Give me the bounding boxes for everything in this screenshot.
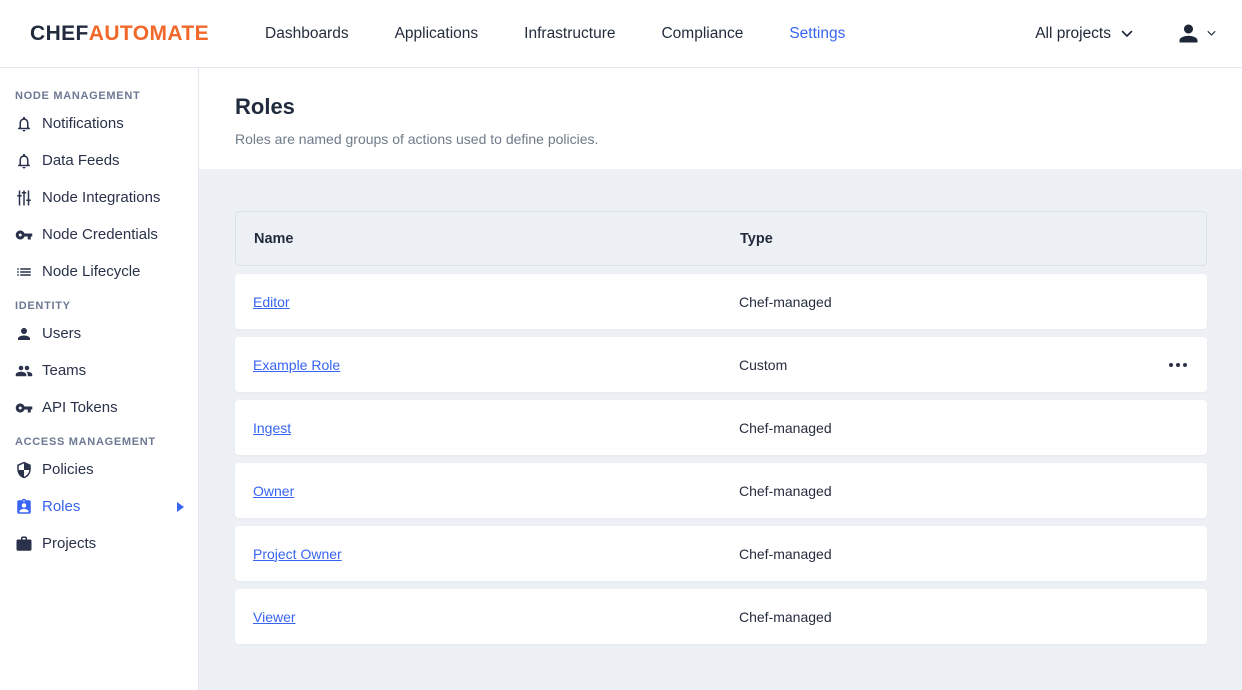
page-title: Roles [235,94,1242,120]
sliders-icon [15,189,33,207]
user-menu[interactable] [1175,20,1216,47]
bell-icon [15,152,33,170]
chevron-down-icon [1121,30,1133,38]
sidebar-item-label: Data Feeds [42,152,120,169]
table-row: Project Owner Chef-managed [235,526,1207,581]
role-type: Chef-managed [739,420,1189,436]
roles-page: Roles Roles are named groups of actions … [199,68,1242,690]
list-icon [15,263,33,281]
sidebar-item-label: Notifications [42,115,124,132]
shield-icon [15,461,33,479]
sidebar-item-label: Teams [42,362,86,379]
role-link-example-role[interactable]: Example Role [253,357,340,373]
sidebar-item-data-feeds[interactable]: Data Feeds [0,142,198,179]
sidebar-item-users[interactable]: Users [0,315,198,352]
page-description: Roles are named groups of actions used t… [235,131,1242,147]
sidebar-item-teams[interactable]: Teams [0,352,198,389]
sidebar-item-label: Roles [42,498,80,515]
main-nav: Dashboards Applications Infrastructure C… [265,25,845,43]
sidebar-item-label: Projects [42,535,96,552]
sidebar-item-label: API Tokens [42,399,118,416]
sidebar-item-label: Node Integrations [42,189,160,206]
table-row: Example Role Custom [235,337,1207,392]
nav-settings[interactable]: Settings [789,25,845,43]
topbar-right: All projects [1035,20,1216,47]
sidebar-item-api-tokens[interactable]: API Tokens [0,389,198,426]
role-type: Chef-managed [739,294,1189,310]
sidebar-item-label: Users [42,325,81,342]
top-navigation-bar: CHEFAUTOMATE Dashboards Applications Inf… [0,0,1242,68]
chef-automate-logo[interactable]: CHEFAUTOMATE [30,22,209,46]
ellipsis-icon[interactable] [1167,357,1189,373]
chevron-down-icon [1207,30,1216,37]
settings-sidebar: NODE MANAGEMENT Notifications Data Feeds… [0,68,199,690]
key-icon [15,226,33,244]
logo-chef: CHEF [30,22,89,45]
role-link-viewer[interactable]: Viewer [253,609,296,625]
nav-compliance[interactable]: Compliance [661,25,743,43]
table-row: Editor Chef-managed [235,274,1207,329]
projects-filter-dropdown[interactable]: All projects [1035,25,1133,43]
role-type: Chef-managed [739,483,1189,499]
role-link-ingest[interactable]: Ingest [253,420,291,436]
sidebar-item-notifications[interactable]: Notifications [0,105,198,142]
role-link-owner[interactable]: Owner [253,483,294,499]
logo-automate: AUTOMATE [89,22,209,45]
column-header-type: Type [740,231,1188,247]
table-row: Viewer Chef-managed [235,589,1207,644]
user-avatar-icon [1175,20,1202,47]
sidebar-item-label: Node Credentials [42,226,158,243]
badge-icon [15,498,33,516]
table-row: Ingest Chef-managed [235,400,1207,455]
nav-dashboards[interactable]: Dashboards [265,25,349,43]
nav-applications[interactable]: Applications [395,25,479,43]
role-link-project-owner[interactable]: Project Owner [253,546,342,562]
active-arrow-icon [177,502,184,512]
sidebar-item-node-integrations[interactable]: Node Integrations [0,179,198,216]
sidebar-section-node-management: NODE MANAGEMENT [15,90,198,102]
bell-icon [15,115,33,133]
table-header-row: Name Type [235,211,1207,266]
role-type: Custom [739,357,1167,373]
role-type: Chef-managed [739,546,1189,562]
people-icon [15,362,33,380]
sidebar-item-node-lifecycle[interactable]: Node Lifecycle [0,253,198,290]
roles-table: Name Type Editor Chef-managed Example Ro… [235,211,1207,652]
sidebar-item-label: Node Lifecycle [42,263,140,280]
page-header: Roles Roles are named groups of actions … [199,68,1242,169]
sidebar-section-access-management: ACCESS MANAGEMENT [15,436,198,448]
table-row: Owner Chef-managed [235,463,1207,518]
sidebar-section-identity: IDENTITY [15,300,198,312]
key-icon [15,399,33,417]
person-icon [15,325,33,343]
briefcase-icon [15,535,33,553]
role-link-editor[interactable]: Editor [253,294,290,310]
sidebar-item-roles[interactable]: Roles [0,488,198,525]
column-header-name: Name [254,231,740,247]
role-type: Chef-managed [739,609,1189,625]
sidebar-item-policies[interactable]: Policies [0,451,198,488]
chef-automate-app: CHEFAUTOMATE Dashboards Applications Inf… [0,0,1242,690]
projects-filter-label: All projects [1035,25,1111,43]
sidebar-item-node-credentials[interactable]: Node Credentials [0,216,198,253]
sidebar-item-label: Policies [42,461,94,478]
nav-infrastructure[interactable]: Infrastructure [524,25,615,43]
sidebar-item-projects[interactable]: Projects [0,525,198,562]
